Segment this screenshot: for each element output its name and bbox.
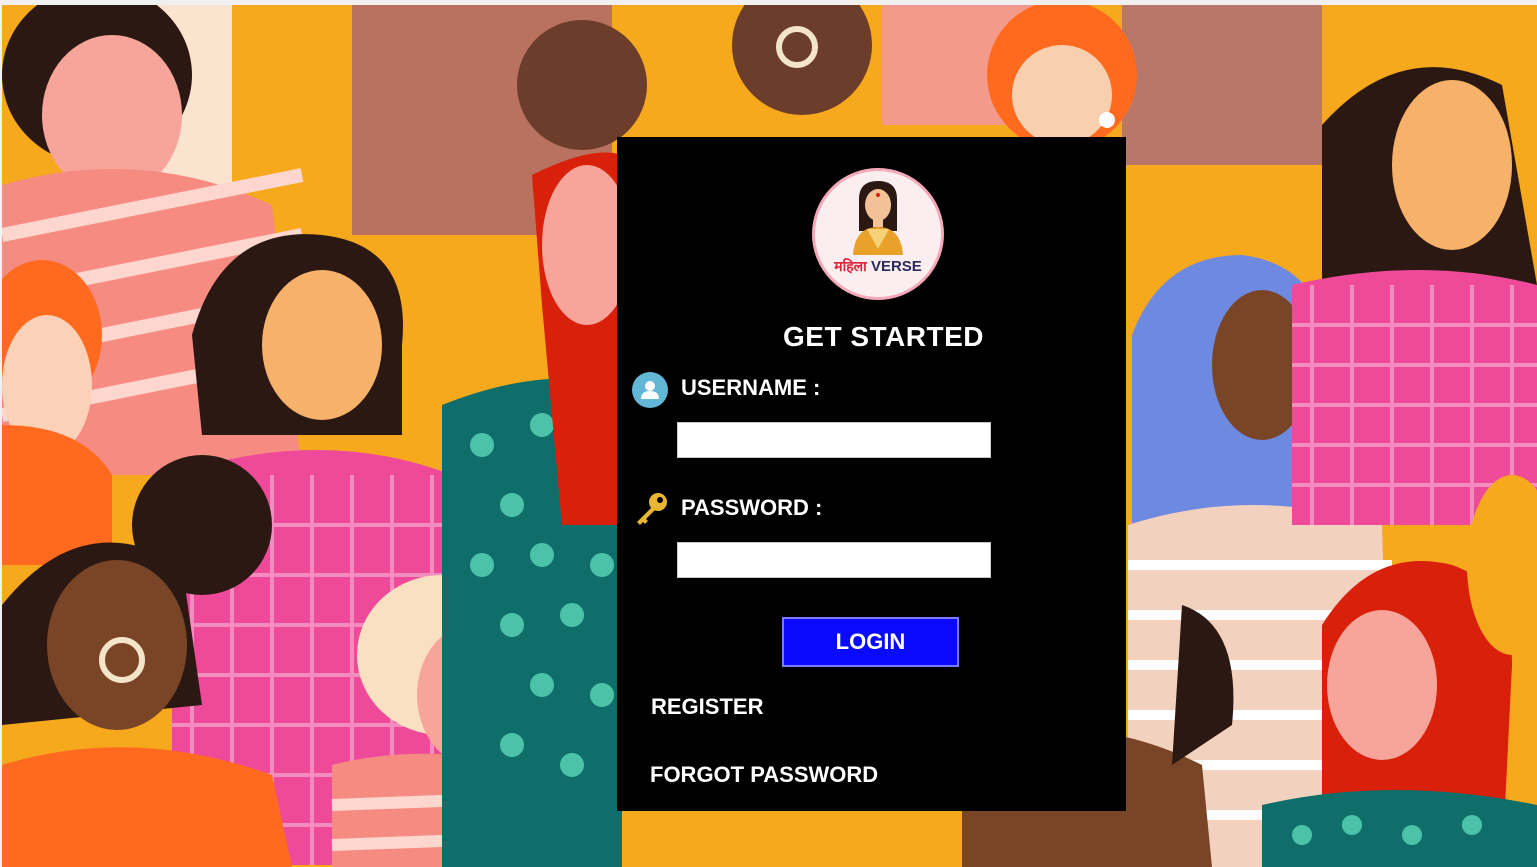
user-icon bbox=[632, 372, 668, 408]
logo-verse-text: VERSE bbox=[870, 258, 922, 275]
forgot-password-link[interactable]: FORGOT PASSWORD bbox=[650, 762, 878, 788]
password-input[interactable] bbox=[677, 542, 991, 578]
logo-text: महिला VERSE bbox=[815, 257, 941, 276]
username-input[interactable] bbox=[677, 422, 991, 458]
page-title: GET STARTED bbox=[783, 321, 984, 352]
key-icon bbox=[631, 490, 671, 530]
register-link[interactable]: REGISTER bbox=[651, 694, 763, 720]
login-panel: महिला VERSE GET STARTED USERNAME : PASSW… bbox=[617, 137, 1126, 811]
window-frame: महिला VERSE GET STARTED USERNAME : PASSW… bbox=[0, 0, 1537, 867]
woman-avatar-icon bbox=[853, 181, 903, 255]
username-label: USERNAME : bbox=[681, 375, 821, 400]
logo-hindi-text: महिला bbox=[834, 259, 867, 275]
password-label: PASSWORD : bbox=[681, 495, 823, 520]
app-logo: महिला VERSE bbox=[812, 168, 944, 300]
login-button[interactable]: LOGIN bbox=[782, 617, 959, 667]
